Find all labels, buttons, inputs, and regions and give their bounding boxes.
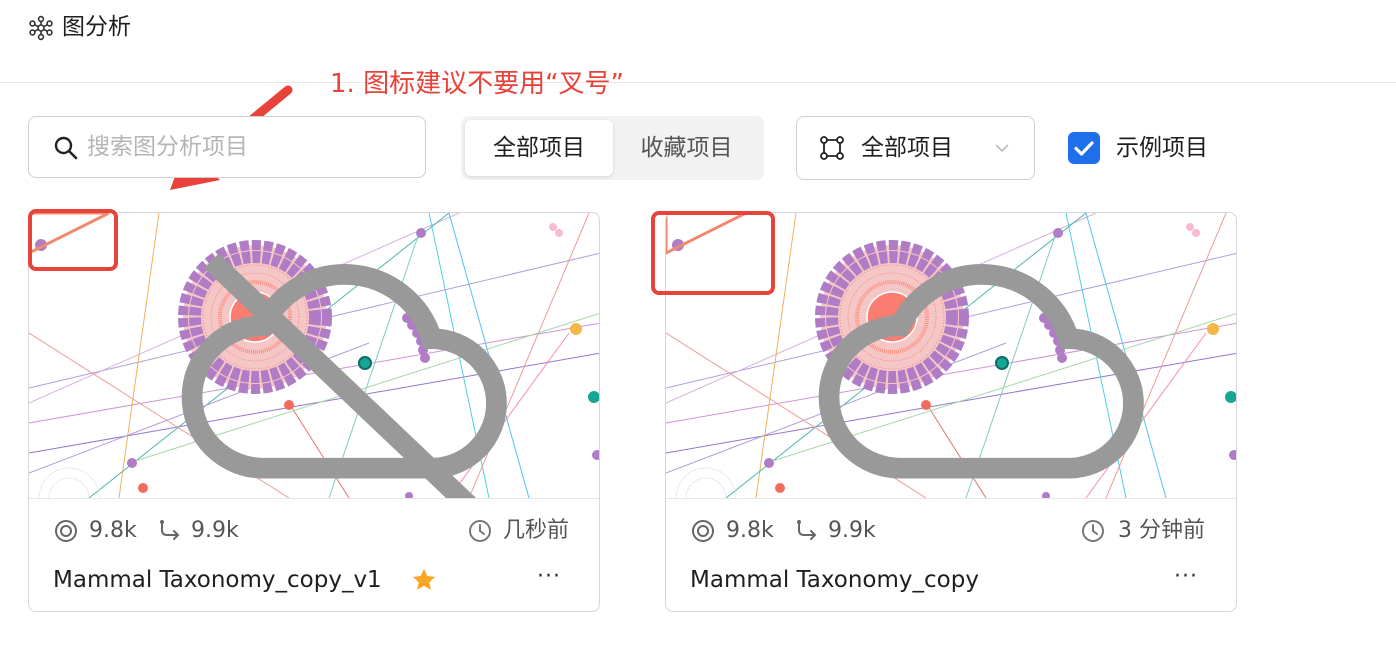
clock-icon xyxy=(1082,520,1104,542)
updated-time: 3 分钟前 xyxy=(1118,518,1205,543)
edge-count: 9.9k xyxy=(828,518,876,543)
search-input[interactable] xyxy=(87,131,407,163)
card-stats: 9.8k 9.9k 3 分钟前 xyxy=(666,512,1236,552)
star-icon[interactable] xyxy=(411,567,437,593)
updated-time: 几秒前 xyxy=(503,518,570,543)
tab-all-projects[interactable]: 全部项目 xyxy=(465,120,613,176)
top-bar: 图分析 xyxy=(0,0,1396,83)
more-options-button[interactable]: ··· xyxy=(537,563,561,591)
tab-favorite-projects[interactable]: 收藏项目 xyxy=(613,120,760,176)
cloud-off-icon xyxy=(181,253,507,498)
select-value: 全部项目 xyxy=(861,135,953,161)
example-projects-checkbox[interactable] xyxy=(1068,132,1100,164)
edge-count-icon xyxy=(160,520,180,540)
card-stats: 9.8k 9.9k 几秒前 xyxy=(29,512,599,552)
project-type-select[interactable]: 全部项目 xyxy=(796,116,1035,180)
annotation-highlight-box xyxy=(651,211,775,295)
example-projects-label[interactable]: 示例项目 xyxy=(1116,130,1208,166)
node-count-icon xyxy=(55,520,77,542)
annotation-text: 1. 图标建议不要用“叉号” xyxy=(330,69,625,99)
annotation-highlight-box xyxy=(28,209,118,271)
node-count: 9.8k xyxy=(89,518,137,543)
search-icon xyxy=(54,136,78,160)
clock-icon xyxy=(469,520,491,542)
project-name[interactable]: Mammal Taxonomy_copy_v1 xyxy=(53,563,382,597)
project-name[interactable]: Mammal Taxonomy_copy xyxy=(690,563,979,597)
chevron-down-icon xyxy=(995,144,1009,153)
edge-count-icon xyxy=(797,520,817,540)
project-scope-tabs: 全部项目 收藏项目 xyxy=(461,116,764,180)
search-box[interactable] xyxy=(28,116,426,178)
edge-count: 9.9k xyxy=(191,518,239,543)
project-card[interactable]: 9.8k 9.9k 几秒前 Mammal Taxonomy_copy_v1 ··… xyxy=(28,212,600,612)
node-count-icon xyxy=(692,520,714,542)
node-count: 9.8k xyxy=(726,518,774,543)
checkmark-icon xyxy=(1074,141,1094,156)
app-title: 图分析 xyxy=(62,14,131,40)
more-options-button[interactable]: ··· xyxy=(1174,563,1198,591)
graph-analysis-icon xyxy=(29,15,53,41)
graph-nodes-icon xyxy=(820,136,844,160)
